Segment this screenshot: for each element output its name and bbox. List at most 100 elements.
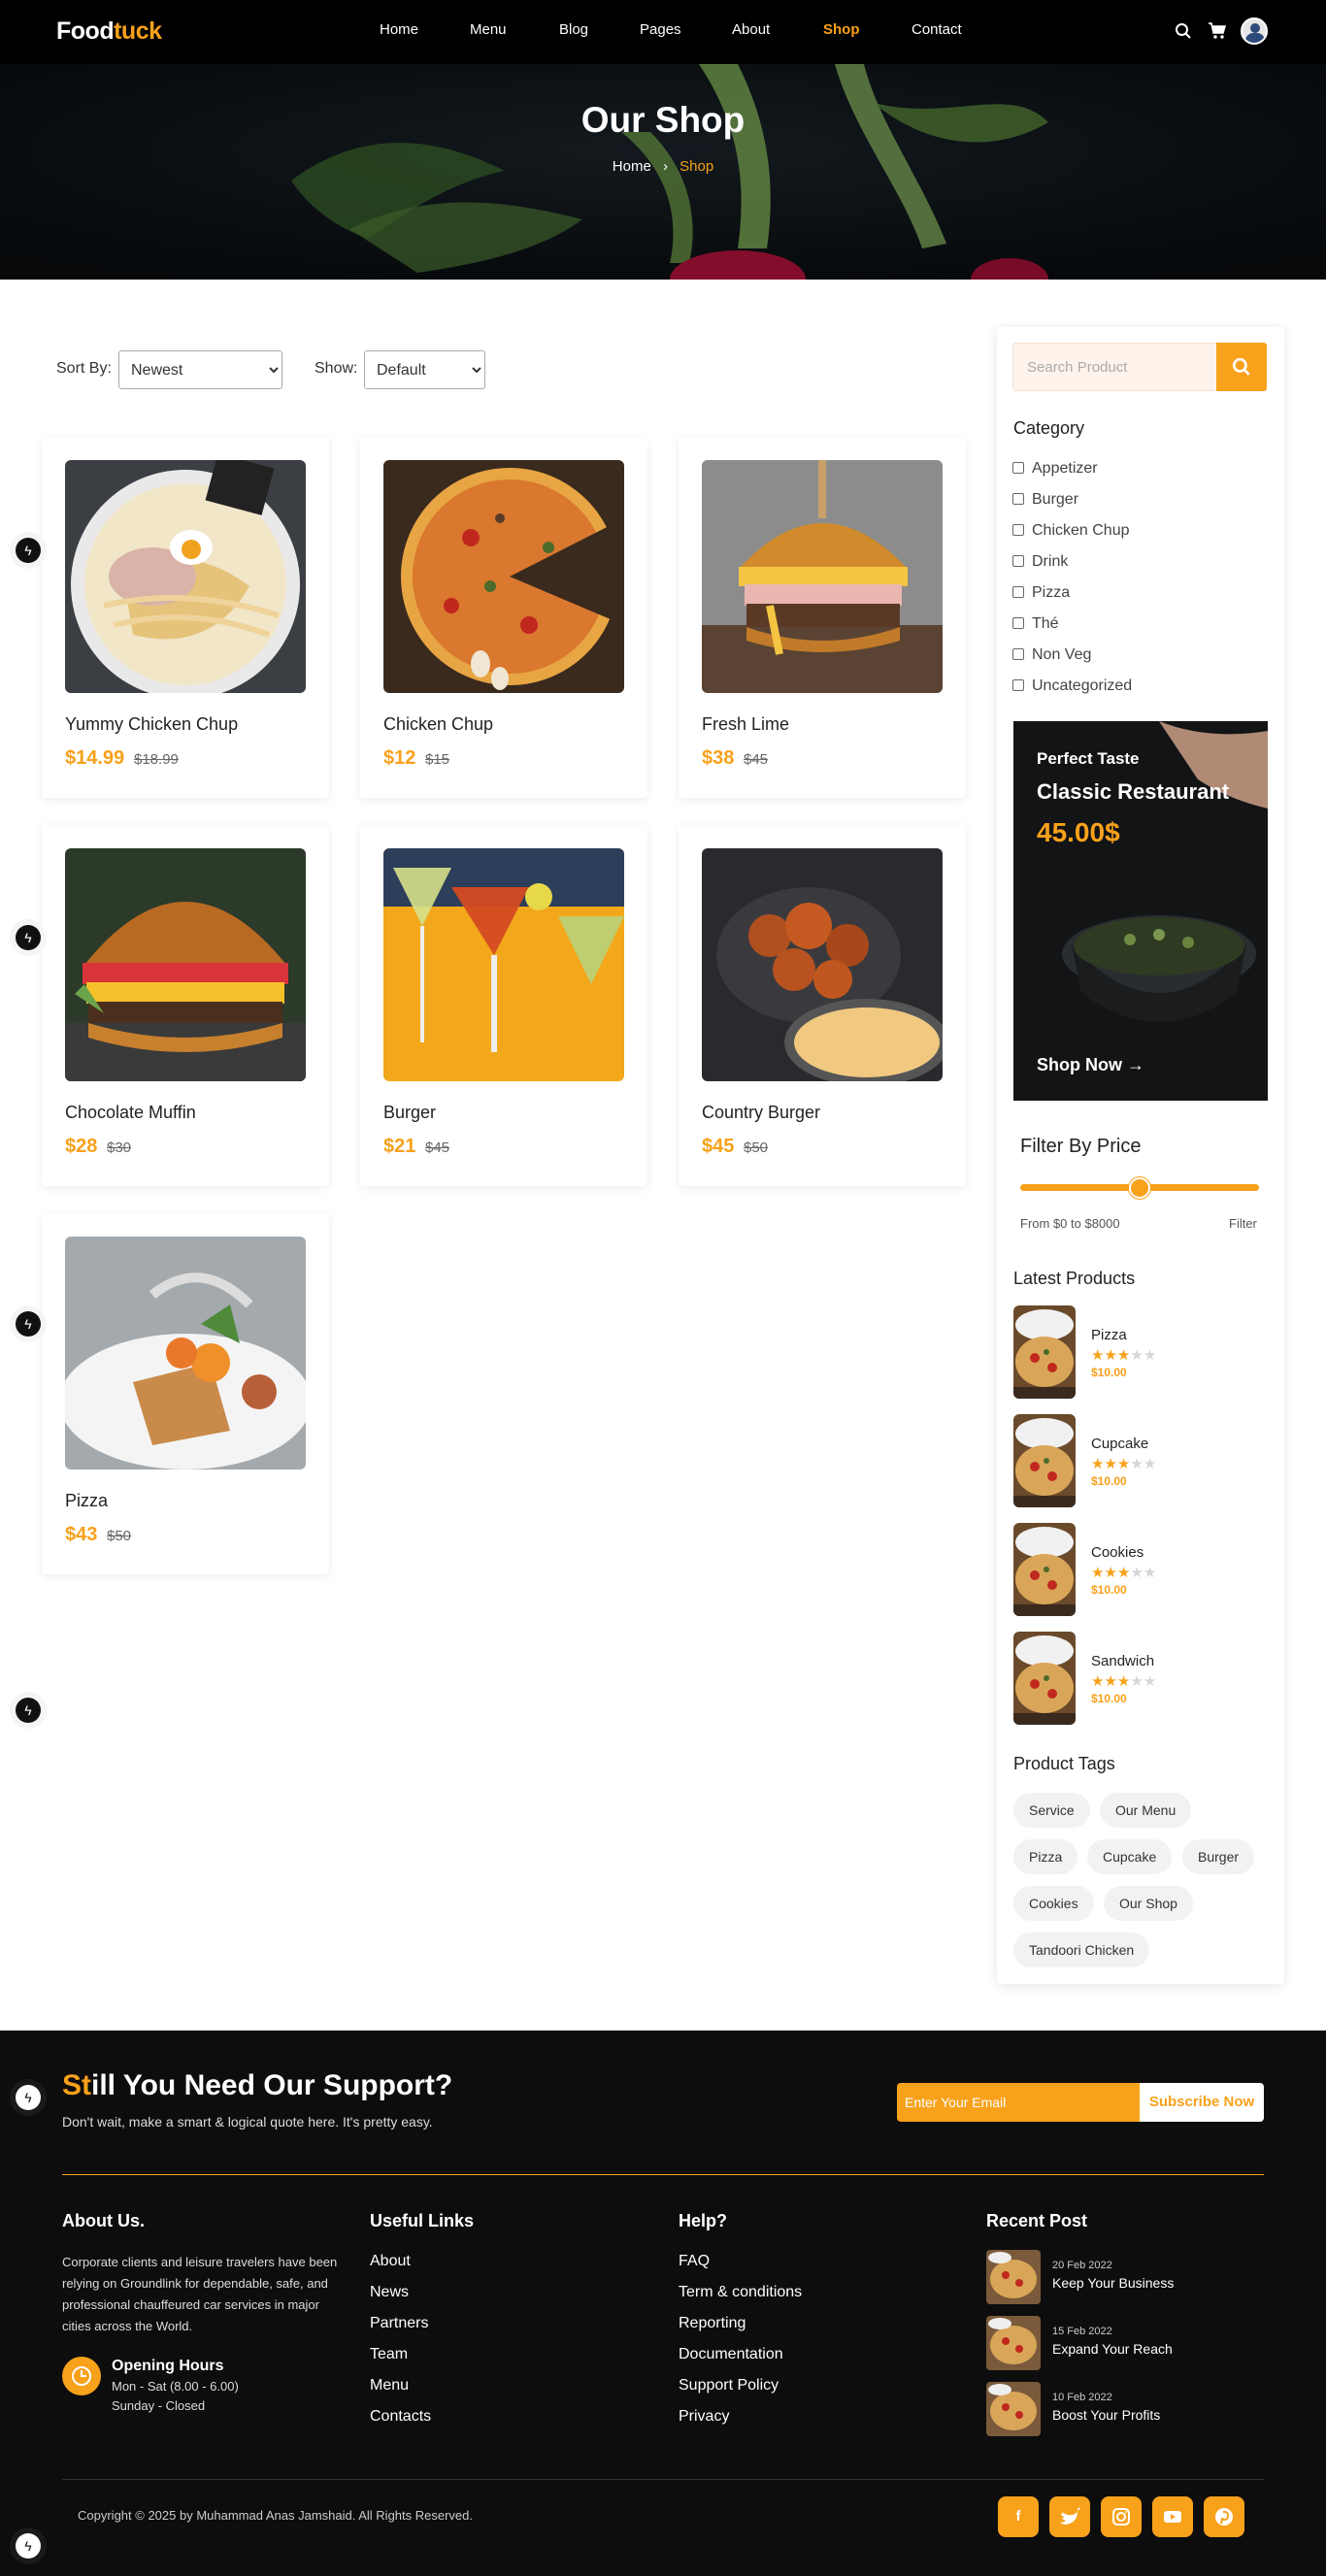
floating-lightning-badge[interactable]: ϟ <box>10 532 47 569</box>
latest-product-item[interactable]: Cupcake ★★★★★ $10.00 <box>1013 1414 1268 1509</box>
category-checkbox[interactable]: Burger <box>1012 491 1078 509</box>
product-card[interactable]: Chicken Chup $12 $15 <box>360 437 647 798</box>
footer-link[interactable]: Contacts <box>370 2408 431 2426</box>
footer-link[interactable]: About <box>370 2253 411 2270</box>
product-card[interactable]: Pizza $43 $50 <box>42 1213 329 1574</box>
footer-link[interactable]: News <box>370 2284 409 2301</box>
search-icon[interactable] <box>1175 22 1192 40</box>
footer-link[interactable]: Partners <box>370 2315 428 2332</box>
nav-blog[interactable]: Blog <box>559 21 588 38</box>
latest-product-name[interactable]: Sandwich <box>1091 1653 1154 1669</box>
floating-lightning-badge[interactable]: ϟ <box>10 2527 47 2564</box>
recent-post-title[interactable]: Expand Your Reach <box>1052 2341 1173 2357</box>
tag-chip[interactable]: Service <box>1013 1793 1090 1828</box>
search-button[interactable] <box>1216 343 1267 391</box>
product-name[interactable]: Country Burger <box>702 1103 820 1123</box>
tag-chip[interactable]: Pizza <box>1013 1839 1078 1874</box>
promo-banner[interactable]: Perfect Taste Classic Restaurant 45.00$ … <box>1013 721 1268 1101</box>
category-checkbox[interactable]: Uncategorized <box>1012 677 1132 695</box>
product-name[interactable]: Chicken Chup <box>383 714 493 735</box>
youtube-icon[interactable] <box>1152 2496 1193 2537</box>
tag-chip[interactable]: Burger <box>1182 1839 1255 1874</box>
product-card[interactable]: Chocolate Muffin $28 $30 <box>42 825 329 1186</box>
product-name[interactable]: Pizza <box>65 1491 108 1511</box>
footer-link[interactable]: FAQ <box>679 2253 710 2270</box>
tag-chip[interactable]: Cupcake <box>1087 1839 1173 1874</box>
recent-post-item[interactable]: 10 Feb 2022 Boost Your Profits <box>986 2382 1268 2438</box>
latest-product-name[interactable]: Cupcake <box>1091 1436 1148 1452</box>
sort-select[interactable]: Newest <box>118 350 282 389</box>
latest-product-name[interactable]: Cookies <box>1091 1544 1144 1561</box>
product-name[interactable]: Chocolate Muffin <box>65 1103 196 1123</box>
product-image-ramen[interactable] <box>65 460 306 693</box>
latest-product-item[interactable]: Sandwich ★★★★★ $10.00 <box>1013 1632 1268 1727</box>
product-name[interactable]: Yummy Chicken Chup <box>65 714 238 735</box>
latest-product-thumbnail[interactable] <box>1013 1414 1076 1507</box>
avatar[interactable] <box>1241 17 1268 45</box>
tag-chip[interactable]: Cookies <box>1013 1886 1094 1921</box>
nav-menu[interactable]: Menu <box>470 21 507 38</box>
product-image-cocktails[interactable] <box>383 848 624 1081</box>
category-checkbox[interactable]: Appetizer <box>1012 460 1098 478</box>
footer-link[interactable]: Privacy <box>679 2408 729 2426</box>
product-image-plated-dish[interactable] <box>65 1237 306 1470</box>
breadcrumb-home[interactable]: Home <box>613 158 651 175</box>
recent-post-item[interactable]: 15 Feb 2022 Expand Your Reach <box>986 2316 1268 2372</box>
latest-product-thumbnail[interactable] <box>1013 1305 1076 1399</box>
category-checkbox[interactable]: Drink <box>1012 553 1068 571</box>
search-input[interactable]: Search Product <box>1012 343 1217 391</box>
product-image-fried-chicken[interactable] <box>702 848 943 1081</box>
show-select[interactable]: Default <box>364 350 485 389</box>
nav-about[interactable]: About <box>732 21 770 38</box>
recent-post-thumbnail[interactable] <box>986 2250 1041 2304</box>
product-image-burger[interactable] <box>65 848 306 1081</box>
footer-link[interactable]: Reporting <box>679 2315 746 2332</box>
product-card[interactable]: Burger $21 $45 <box>360 825 647 1186</box>
category-checkbox[interactable]: Thé <box>1012 615 1059 633</box>
recent-post-thumbnail[interactable] <box>986 2382 1041 2436</box>
nav-home[interactable]: Home <box>380 21 418 38</box>
logo[interactable]: Foodtuck <box>56 17 162 46</box>
latest-product-name[interactable]: Pizza <box>1091 1327 1127 1343</box>
latest-product-thumbnail[interactable] <box>1013 1632 1076 1725</box>
product-image-pizza[interactable] <box>383 460 624 693</box>
floating-lightning-badge[interactable]: ϟ <box>10 919 47 956</box>
product-image-burger[interactable] <box>702 460 943 693</box>
pinterest-icon[interactable] <box>1204 2496 1244 2537</box>
shop-now-link[interactable]: Shop Now → <box>1037 1055 1144 1075</box>
recent-post-item[interactable]: 20 Feb 2022 Keep Your Business <box>986 2250 1268 2306</box>
email-input[interactable]: Enter Your Email <box>897 2083 1140 2122</box>
category-checkbox[interactable]: Pizza <box>1012 584 1070 602</box>
recent-post-thumbnail[interactable] <box>986 2316 1041 2370</box>
footer-link[interactable]: Team <box>370 2346 408 2363</box>
latest-product-item[interactable]: Pizza ★★★★★ $10.00 <box>1013 1305 1268 1401</box>
product-name[interactable]: Fresh Lime <box>702 714 789 735</box>
subscribe-button[interactable]: Subscribe Now <box>1140 2083 1264 2122</box>
footer-link[interactable]: Term & conditions <box>679 2284 802 2301</box>
instagram-icon[interactable] <box>1101 2496 1142 2537</box>
tag-chip[interactable]: Tandoori Chicken <box>1013 1932 1150 1967</box>
latest-product-thumbnail[interactable] <box>1013 1523 1076 1616</box>
facebook-icon[interactable]: f <box>998 2496 1039 2537</box>
product-card[interactable]: Country Burger $45 $50 <box>679 825 966 1186</box>
category-checkbox[interactable]: Chicken Chup <box>1012 522 1130 540</box>
floating-lightning-badge[interactable]: ϟ <box>10 2079 47 2116</box>
tag-chip[interactable]: Our Shop <box>1104 1886 1193 1921</box>
nav-shop[interactable]: Shop <box>823 21 860 38</box>
price-range-handle[interactable] <box>1129 1177 1150 1199</box>
twitter-icon[interactable] <box>1049 2496 1090 2537</box>
floating-lightning-badge[interactable]: ϟ <box>10 1305 47 1342</box>
product-card[interactable]: Fresh Lime $38 $45 <box>679 437 966 798</box>
nav-contact[interactable]: Contact <box>912 21 962 38</box>
footer-link[interactable]: Menu <box>370 2377 409 2394</box>
cart-icon[interactable] <box>1208 21 1227 41</box>
recent-post-title[interactable]: Boost Your Profits <box>1052 2407 1160 2423</box>
product-name[interactable]: Burger <box>383 1103 436 1123</box>
nav-pages[interactable]: Pages <box>640 21 681 38</box>
tag-chip[interactable]: Our Menu <box>1100 1793 1192 1828</box>
recent-post-title[interactable]: Keep Your Business <box>1052 2275 1174 2291</box>
product-card[interactable]: Yummy Chicken Chup $14.99 $18.99 <box>42 437 329 798</box>
filter-button[interactable]: Filter <box>1229 1216 1257 1231</box>
footer-link[interactable]: Documentation <box>679 2346 783 2363</box>
category-checkbox[interactable]: Non Veg <box>1012 646 1091 664</box>
